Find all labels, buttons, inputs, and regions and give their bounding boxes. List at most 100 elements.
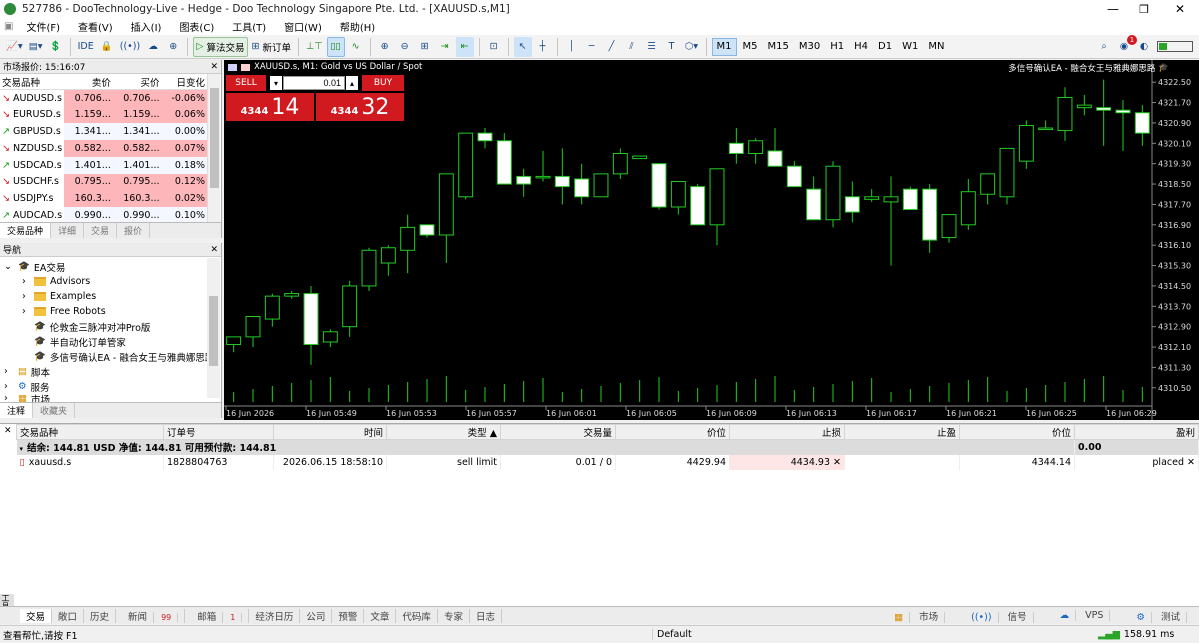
nav-item-scripts[interactable]: › ▤ 脚本: [4, 364, 221, 379]
nav-item-examples[interactable]: › Examples: [4, 289, 221, 304]
tab-ticks[interactable]: 报价: [117, 223, 151, 238]
tile-windows-icon[interactable]: ⊞: [416, 37, 434, 57]
col-type[interactable]: 类型 ▲: [386, 424, 501, 440]
remove-icon[interactable]: ✕: [833, 457, 841, 468]
status-profile[interactable]: Default: [652, 629, 1098, 640]
search-icon[interactable]: ⌕: [1095, 37, 1113, 57]
close-icon[interactable]: ✕: [4, 426, 12, 436]
crosshair-icon[interactable]: ┼: [534, 37, 552, 57]
bar-chart-icon[interactable]: ⊥⊤: [304, 37, 325, 57]
tab-codebase[interactable]: 代码库: [396, 608, 438, 623]
table-row[interactable]: ↘ EURUSD.s 1.159... 1.159... 0.06%: [0, 106, 207, 124]
col-profit[interactable]: 盈利: [1074, 424, 1199, 440]
col-tp[interactable]: 止盈: [844, 424, 960, 440]
tf-mn[interactable]: MN: [924, 38, 948, 56]
ide-button[interactable]: IDE: [76, 37, 96, 57]
algo-trading-button[interactable]: ▷ 算法交易: [193, 36, 248, 57]
tab-history[interactable]: 历史: [84, 608, 117, 623]
tf-h4[interactable]: H4: [850, 38, 872, 56]
col-time[interactable]: 时间: [273, 424, 387, 440]
tf-m1[interactable]: M1: [711, 37, 737, 56]
tab-exposure[interactable]: 敞口: [52, 608, 85, 623]
line-chart-icon[interactable]: ∿: [347, 37, 365, 57]
scrollbar[interactable]: [207, 258, 220, 398]
tab-mailbox[interactable]: 邮箱 1: [185, 608, 250, 623]
minimize-icon[interactable]: —: [1107, 2, 1119, 16]
tab-favorites[interactable]: 收藏夹: [33, 403, 76, 418]
tab-common[interactable]: 注释: [0, 403, 34, 418]
lock-icon[interactable]: 🔒: [98, 37, 116, 57]
col-sl[interactable]: 止损: [729, 424, 845, 440]
auto-scroll-icon[interactable]: ⇥: [436, 37, 454, 57]
menu-file[interactable]: 文件(F): [17, 19, 69, 34]
shapes-icon[interactable]: ⬡▾: [683, 37, 701, 57]
trendline-icon[interactable]: ╱: [603, 37, 621, 57]
account-icon[interactable]: ◐: [1135, 37, 1153, 57]
close-icon[interactable]: ✕: [210, 245, 218, 255]
templates-icon[interactable]: ▤▾: [27, 37, 45, 57]
tf-m30[interactable]: M30: [795, 38, 824, 56]
vertical-line-icon[interactable]: │: [563, 37, 581, 57]
table-row[interactable]: ↘ NZDUSD.s 0.582... 0.582... 0.07%: [0, 139, 207, 157]
col-symbol[interactable]: 交易品种: [0, 74, 65, 90]
sell-price[interactable]: 4344 14: [226, 93, 314, 121]
lot-dropdown[interactable]: ▾: [270, 76, 282, 90]
col-price[interactable]: 价位: [615, 424, 730, 440]
tab-details[interactable]: 详细: [51, 223, 85, 238]
lot-input[interactable]: [283, 76, 345, 90]
vps-link[interactable]: ☁ VPS: [1048, 610, 1117, 621]
lot-up[interactable]: ▴: [346, 76, 358, 90]
col-ask[interactable]: 买价: [112, 74, 162, 90]
menu-help[interactable]: 帮助(H): [331, 19, 384, 34]
menu-window[interactable]: 窗口(W): [275, 19, 331, 34]
text-icon[interactable]: T: [663, 37, 681, 57]
menu-insert[interactable]: 插入(I): [122, 19, 171, 34]
nav-item-ea-1[interactable]: 🎓 伦敦金三脉冲对冲Pro版: [4, 319, 221, 334]
tab-alerts[interactable]: 预警: [332, 608, 365, 623]
tab-news[interactable]: 新闻 99: [116, 608, 186, 623]
tf-m5[interactable]: M5: [739, 38, 762, 56]
col-change[interactable]: 日变化: [161, 74, 207, 90]
nav-ea-root[interactable]: ⌄ 🎓 EA交易: [4, 259, 221, 274]
balance-row[interactable]: ▾ 结余: 144.81 USD 净值: 144.81 可用预付款: 144.81…: [16, 439, 1199, 455]
col-volume[interactable]: 交易量: [500, 424, 616, 440]
zoom-out-icon[interactable]: ⊖: [396, 37, 414, 57]
nav-item-ea-3[interactable]: 🎓 多信号确认EA - 融合女王与雅典娜思路: [4, 349, 221, 364]
tf-h1[interactable]: H1: [826, 38, 848, 56]
screenshot-icon[interactable]: ⊡: [485, 37, 503, 57]
tester-link[interactable]: ⚙ 测试: [1124, 609, 1193, 623]
candlestick-icon[interactable]: ▯▯: [326, 36, 345, 57]
channel-icon[interactable]: ⫽: [623, 37, 641, 57]
nav-item-ea-2[interactable]: 🎓 半自动化订单管家: [4, 334, 221, 349]
nav-item-services[interactable]: › ⚙ 服务: [4, 379, 221, 394]
horizontal-line-icon[interactable]: ─: [583, 37, 601, 57]
new-order-button[interactable]: ⊞ 新订单: [250, 37, 293, 57]
buy-button[interactable]: BUY: [362, 75, 404, 91]
signal-icon[interactable]: ((•)): [118, 37, 142, 57]
tf-m15[interactable]: M15: [764, 38, 793, 56]
remove-icon[interactable]: ✕: [1187, 457, 1195, 468]
zoom-in-icon[interactable]: ⊕: [376, 37, 394, 57]
tab-trading[interactable]: 交易: [84, 223, 118, 238]
cursor-icon[interactable]: ↖: [513, 36, 532, 57]
close-icon[interactable]: ✕: [1175, 2, 1185, 16]
menu-view[interactable]: 查看(V): [69, 19, 122, 34]
chart-shift-icon[interactable]: ⇤: [455, 36, 474, 57]
menu-tools[interactable]: 工具(T): [223, 19, 275, 34]
market-link[interactable]: ▦ 市场: [882, 609, 951, 623]
tab-journal[interactable]: 日志: [470, 608, 502, 623]
sell-button[interactable]: SELL: [226, 75, 266, 91]
table-row[interactable]: ↗ GBPUSD.s 1.341... 1.341... 0.00%: [0, 123, 207, 140]
nav-item-free-robots[interactable]: › Free Robots: [4, 304, 221, 319]
tab-company[interactable]: 公司: [300, 608, 333, 623]
col-cur-price[interactable]: 价位: [959, 424, 1075, 440]
chart-type-icon[interactable]: 📈▾: [4, 37, 25, 57]
tab-articles[interactable]: 文章: [364, 608, 397, 623]
col-symbol[interactable]: 交易品种: [16, 424, 164, 440]
tab-symbols[interactable]: 交易品种: [0, 223, 52, 238]
menu-charts[interactable]: 图表(C): [170, 19, 223, 34]
tab-calendar[interactable]: 经济日历: [249, 608, 301, 623]
table-row[interactable]: ↘ USDCHF.s 0.795... 0.795... 0.12%: [0, 173, 207, 191]
deposit-icon[interactable]: 💲: [47, 37, 65, 57]
signals-link[interactable]: ((•)) 信号: [959, 609, 1039, 623]
